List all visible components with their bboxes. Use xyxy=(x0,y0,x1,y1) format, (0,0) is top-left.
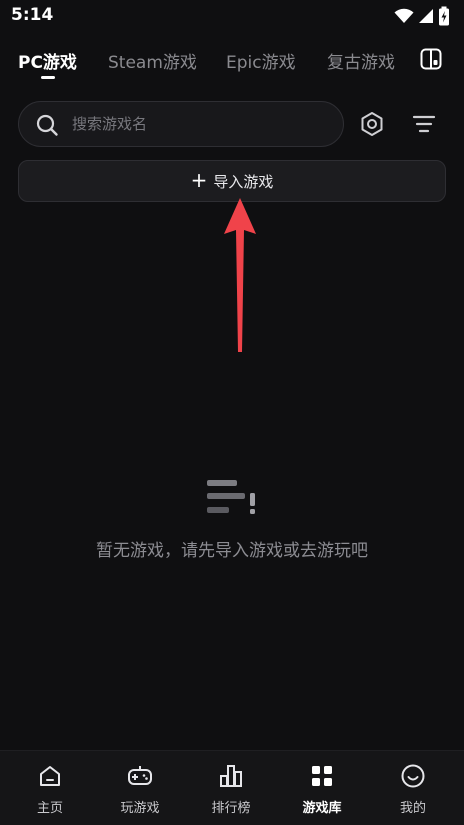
import-game-label: 导入游戏 xyxy=(213,172,274,191)
nav-home[interactable]: 主页 xyxy=(4,751,96,825)
signal-icon xyxy=(419,9,433,23)
nav-label-game-library: 游戏库 xyxy=(302,801,342,816)
empty-state-message: 暂无游戏，请先导入游戏或去游玩吧 xyxy=(96,541,368,561)
status-time: 5:14 xyxy=(11,5,54,25)
sort-filter-icon[interactable] xyxy=(410,110,438,138)
ranking-icon xyxy=(220,765,242,787)
battery-icon xyxy=(439,6,449,26)
nav-label-play-games: 玩游戏 xyxy=(120,801,160,816)
status-icons xyxy=(394,6,450,26)
status-bar: 5:14 xyxy=(0,0,464,32)
nav-me[interactable]: 我的 xyxy=(367,751,459,825)
empty-list-icon xyxy=(207,480,255,514)
red-arrow-annotation xyxy=(224,198,256,352)
nav-game-library[interactable]: 游戏库 xyxy=(276,751,368,825)
game-library-screen: 5:14 PC游戏 Steam游戏 Epic游戏 复古游戏 搜索游戏名 + 导入… xyxy=(0,0,464,825)
tab-retro-games[interactable]: 复古游戏 xyxy=(327,48,395,73)
search-bar xyxy=(18,101,344,147)
nav-play-games[interactable]: 玩游戏 xyxy=(94,751,186,825)
gamepad-icon xyxy=(128,766,152,785)
search-input[interactable] xyxy=(72,102,332,146)
nav-label-home: 主页 xyxy=(36,801,63,816)
tab-pc-games[interactable]: PC游戏 xyxy=(18,48,77,73)
settings-hexagon-icon[interactable] xyxy=(358,110,386,138)
tab-steam-games[interactable]: Steam游戏 xyxy=(108,48,197,73)
tab-epic-games[interactable]: Epic游戏 xyxy=(226,48,296,73)
search-icon xyxy=(36,114,58,136)
bottom-nav: 主页 玩游戏 排行榜 游戏库 我的 xyxy=(0,750,464,825)
wifi-icon xyxy=(394,8,414,23)
plus-icon: + xyxy=(190,168,208,192)
nav-label-ranking: 排行榜 xyxy=(211,801,251,816)
grid-icon xyxy=(312,766,332,786)
platform-tabs: PC游戏 Steam游戏 Epic游戏 复古游戏 xyxy=(0,40,464,84)
nav-label-me: 我的 xyxy=(399,801,426,816)
active-tab-indicator xyxy=(41,76,55,79)
nav-ranking[interactable]: 排行榜 xyxy=(185,751,277,825)
layout-switch-icon[interactable] xyxy=(419,47,443,71)
smiley-icon xyxy=(401,764,425,788)
home-icon xyxy=(40,766,60,786)
